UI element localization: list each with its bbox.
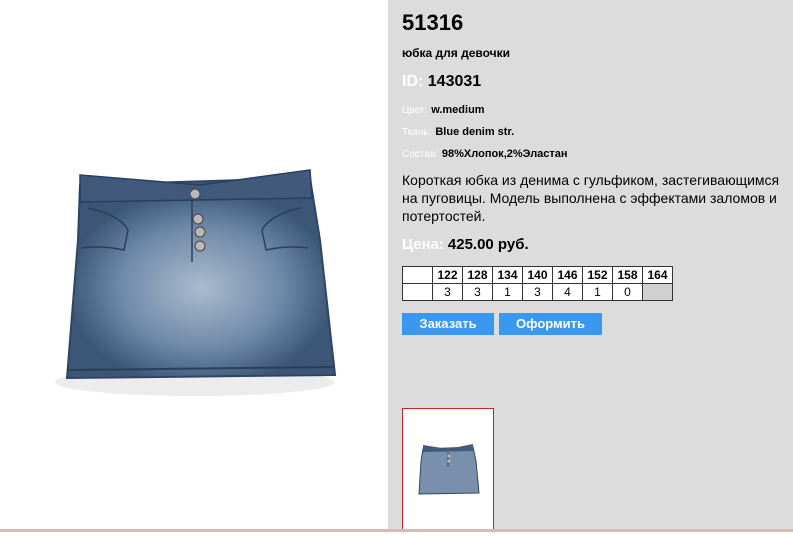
denim-skirt-image [55, 169, 337, 396]
price-label: Цена: [402, 236, 444, 253]
product-id: ID: 143031 [402, 73, 481, 91]
size-corner-cell [402, 266, 433, 284]
composition-value: 98%Хлопок,2%Эластан [441, 148, 568, 160]
size-header: 128 [462, 266, 493, 284]
size-header: 122 [432, 266, 463, 284]
size-header: 134 [492, 266, 523, 284]
color-label: Цвет: [402, 105, 428, 116]
fabric-label: Ткань: [402, 127, 432, 138]
stock-cell[interactable]: 3 [462, 283, 493, 301]
composition-label: Состав: [402, 149, 438, 160]
stock-cell[interactable]: 1 [582, 283, 613, 301]
stock-row: 3 3 1 3 4 1 0 [402, 283, 673, 301]
stock-cell[interactable]: 4 [552, 283, 583, 301]
stock-cell[interactable]: 1 [492, 283, 523, 301]
skirt-thumbnail-image [418, 444, 480, 495]
stock-cell[interactable]: 0 [612, 283, 643, 301]
color-value: w.medium [431, 104, 485, 116]
fabric-row: Ткань: Blue denim str. [402, 126, 514, 138]
size-header-row: 122 128 134 140 146 152 158 164 [402, 266, 673, 284]
composition-row: Состав: 98%Хлопок,2%Эластан [402, 148, 568, 160]
id-value: 143031 [427, 73, 482, 90]
size-stock-table: 122 128 134 140 146 152 158 164 3 3 1 3 … [402, 266, 673, 301]
size-header: 152 [582, 266, 613, 284]
product-code: 51316 [402, 10, 464, 35]
stock-cell[interactable]: 3 [432, 283, 463, 301]
order-button[interactable]: Заказать [402, 313, 494, 335]
size-header: 146 [552, 266, 583, 284]
stock-cell[interactable]: 3 [522, 283, 553, 301]
price-row: Цена: 425.00 руб. [402, 236, 529, 253]
product-description: Короткая юбка из денима с гульфиком, зас… [402, 172, 780, 224]
color-row: Цвет: w.medium [402, 104, 485, 116]
stock-corner-cell [402, 283, 433, 301]
id-label: ID: [402, 73, 424, 90]
size-header: 164 [642, 266, 673, 284]
product-info-panel: 51316 юбка для девочки ID: 143031 Цвет: w… [388, 0, 793, 532]
product-photo-area [0, 0, 388, 532]
product-name: юбка для девочки [402, 46, 510, 60]
checkout-button[interactable]: Оформить [499, 313, 602, 335]
size-header: 158 [612, 266, 643, 284]
price-value: 425.00 руб. [447, 236, 529, 253]
fabric-value: Blue denim str. [435, 126, 515, 138]
product-thumbnail[interactable] [402, 408, 494, 530]
stock-cell [642, 283, 673, 301]
size-header: 140 [522, 266, 553, 284]
